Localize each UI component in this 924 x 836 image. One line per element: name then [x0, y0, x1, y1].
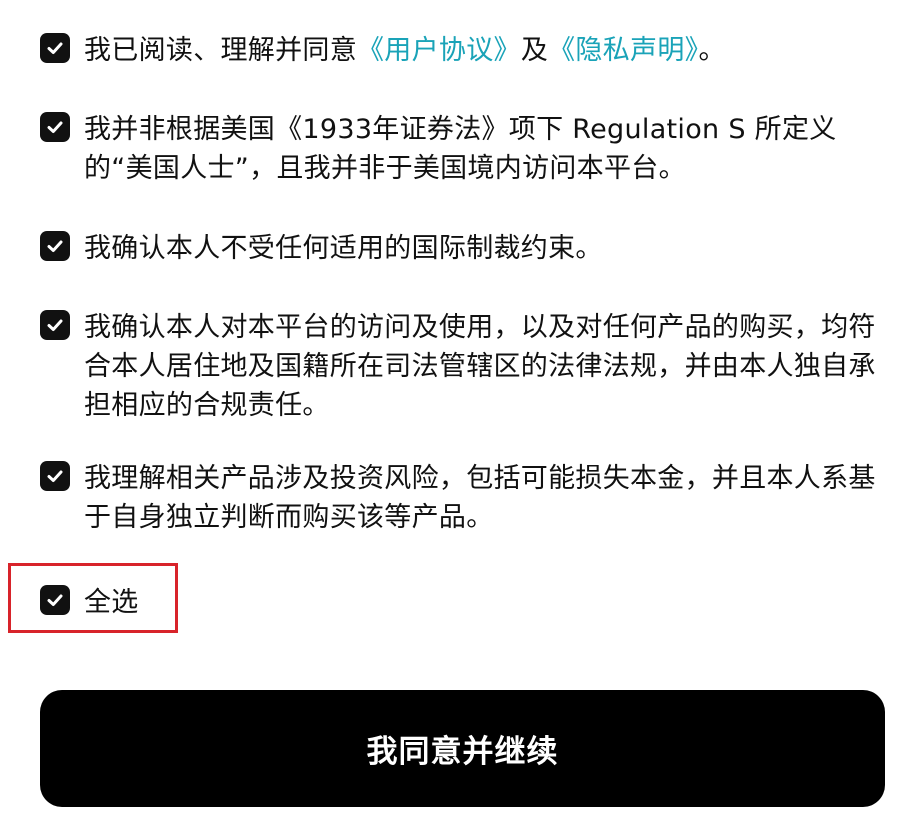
consent-item-sanctions[interactable]: 我确认本人不受任何适用的国际制裁约束。 — [40, 229, 880, 268]
checkbox-checked-icon[interactable] — [40, 33, 70, 63]
consent-item-terms[interactable]: 我已阅读、理解并同意《用户协议》及《隐私声明》。 — [40, 31, 880, 70]
user-agreement-link[interactable]: 《用户协议》 — [357, 35, 521, 66]
consent-item-us-person[interactable]: 我并非根据美国《1933年证券法》项下 Regulation S 所定义的“美国… — [40, 110, 880, 188]
select-all-item[interactable]: 全选 — [40, 583, 240, 622]
consent-suffix: 。 — [698, 35, 726, 66]
privacy-statement-link[interactable]: 《隐私声明》 — [548, 35, 698, 66]
consent-item-risk[interactable]: 我理解相关产品涉及投资风险，包括可能损失本金，并且本人系基于自身独立判断而购买该… — [40, 459, 880, 537]
consent-prefix: 我已阅读、理解并同意 — [84, 35, 357, 66]
consent-text: 我理解相关产品涉及投资风险，包括可能损失本金，并且本人系基于自身独立判断而购买该… — [84, 463, 876, 533]
checkbox-checked-icon[interactable] — [40, 231, 70, 261]
consent-text: 我并非根据美国《1933年证券法》项下 Regulation S 所定义的“美国… — [84, 114, 837, 184]
checkbox-checked-icon[interactable] — [40, 310, 70, 340]
consent-text: 我已阅读、理解并同意《用户协议》及《隐私声明》。 — [84, 31, 880, 70]
agree-continue-button[interactable]: 我同意并继续 — [40, 690, 885, 807]
checkbox-checked-icon[interactable] — [40, 585, 70, 615]
consent-middle: 及 — [520, 35, 549, 66]
select-all-label: 全选 — [84, 587, 139, 618]
checkbox-checked-icon[interactable] — [40, 461, 70, 491]
consent-text: 我确认本人不受任何适用的国际制裁约束。 — [84, 233, 603, 264]
consent-item-jurisdiction[interactable]: 我确认本人对本平台的访问及使用，以及对任何产品的购买，均符合本人居住地及国籍所在… — [40, 308, 880, 425]
checkbox-checked-icon[interactable] — [40, 112, 70, 142]
consent-text: 我确认本人对本平台的访问及使用，以及对任何产品的购买，均符合本人居住地及国籍所在… — [84, 312, 876, 421]
